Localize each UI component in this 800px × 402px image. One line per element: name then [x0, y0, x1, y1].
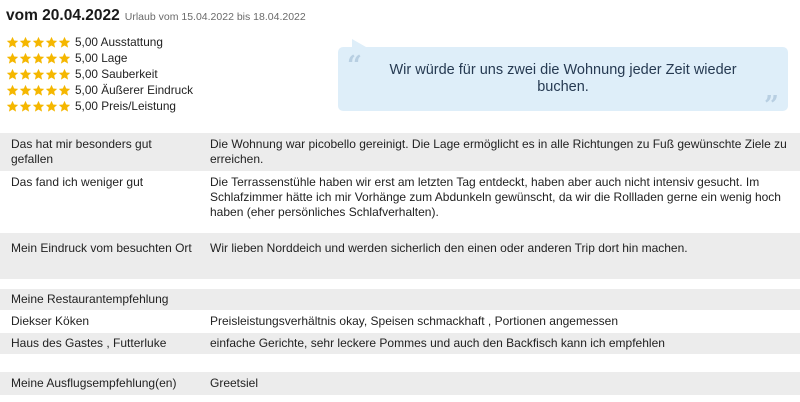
- star-icon: [6, 84, 19, 96]
- restaurant-row: Diekser Köken Preisleistungsverhältnis o…: [0, 311, 800, 332]
- star-icon: [58, 100, 71, 112]
- rating-row: 5,00 Äußerer Eindruck: [6, 82, 193, 98]
- detail-row-excursion: Meine Ausflugsempfehlung(en) Greetsiel: [0, 372, 800, 395]
- star-icon: [45, 100, 58, 112]
- star-icon: [19, 84, 32, 96]
- detail-row-liked: Das hat mir besonders gut gefallen Die W…: [0, 133, 800, 171]
- restaurant-heading-row: Meine Restaurantempfehlung: [0, 289, 800, 310]
- detail-value: Die Terrassenstühle haben wir erst am le…: [210, 175, 781, 219]
- detail-label: Das hat mir besonders gut gefallen: [11, 137, 152, 166]
- rating-row: 5,00 Lage: [6, 50, 193, 66]
- star-icon: [58, 36, 71, 48]
- restaurant-name: Haus des Gastes , Futterluke: [11, 336, 167, 350]
- detail-value: Greetsiel: [210, 376, 259, 390]
- star-icon: [6, 68, 19, 80]
- restaurant-row: Haus des Gastes , Futterluke einfache Ge…: [0, 333, 800, 354]
- detail-value: Die Wohnung war picobello gereinigt. Die…: [210, 137, 787, 166]
- rating-row: 5,00 Preis/Leistung: [6, 98, 193, 114]
- speech-bubble-notch: [352, 39, 366, 47]
- restaurant-comment: einfache Gerichte, sehr leckere Pommes u…: [210, 336, 665, 350]
- star-icon: [19, 52, 32, 64]
- star-rating: [6, 84, 71, 97]
- star-icon: [45, 84, 58, 96]
- star-icon: [19, 100, 32, 112]
- star-rating: [6, 100, 71, 113]
- review-date: vom 20.04.2022: [6, 7, 120, 24]
- star-icon: [45, 52, 58, 64]
- close-quote-icon: ”: [764, 91, 779, 121]
- open-quote-icon: “: [347, 51, 362, 81]
- star-icon: [32, 100, 45, 112]
- rating-label: 5,00 Sauberkeit: [75, 67, 158, 81]
- rating-label: 5,00 Äußerer Eindruck: [75, 83, 194, 97]
- rating-row: 5,00 Ausstattung: [6, 34, 193, 50]
- detail-label: Das fand ich weniger gut: [11, 175, 144, 189]
- detail-label: Mein Eindruck vom besuchten Ort: [11, 241, 192, 255]
- star-rating: [6, 52, 71, 65]
- review-header: vom 20.04.2022 Urlaub vom 15.04.2022 bis…: [6, 7, 306, 27]
- star-icon: [6, 100, 19, 112]
- quote-text: Wir würde für uns zwei die Wohnung jeder…: [389, 62, 737, 95]
- star-icon: [58, 84, 71, 96]
- star-icon: [45, 36, 58, 48]
- vacation-period: Urlaub vom 15.04.2022 bis 18.04.2022: [124, 11, 306, 23]
- detail-label: Meine Ausflugsempfehlung(en): [11, 376, 177, 390]
- detail-value: Wir lieben Norddeich und werden sicherli…: [210, 241, 688, 255]
- star-icon: [19, 36, 32, 48]
- ratings-list: 5,00 Ausstattung 5,00 Lage 5,00 Sauberke…: [6, 34, 193, 114]
- rating-row: 5,00 Sauberkeit: [6, 66, 193, 82]
- restaurant-comment: Preisleistungsverhältnis okay, Speisen s…: [210, 314, 618, 328]
- star-icon: [32, 84, 45, 96]
- restaurant-name: Diekser Köken: [11, 314, 90, 328]
- review-quote: “ Wir würde für uns zwei die Wohnung jed…: [338, 39, 788, 119]
- star-icon: [58, 68, 71, 80]
- rating-label: 5,00 Ausstattung: [75, 35, 163, 49]
- star-icon: [32, 36, 45, 48]
- star-icon: [32, 52, 45, 64]
- rating-label: 5,00 Lage: [75, 51, 128, 65]
- star-rating: [6, 68, 71, 81]
- star-icon: [32, 68, 45, 80]
- star-icon: [19, 68, 32, 80]
- star-icon: [6, 52, 19, 64]
- restaurant-heading: Meine Restaurantempfehlung: [11, 292, 169, 306]
- star-icon: [6, 36, 19, 48]
- rating-label: 5,00 Preis/Leistung: [75, 99, 176, 113]
- star-icon: [58, 52, 71, 64]
- star-rating: [6, 36, 71, 49]
- star-icon: [45, 68, 58, 80]
- detail-row-disliked: Das fand ich weniger gut Die Terrassenst…: [0, 173, 800, 223]
- detail-row-impression: Mein Eindruck vom besuchten Ort Wir lieb…: [0, 233, 800, 279]
